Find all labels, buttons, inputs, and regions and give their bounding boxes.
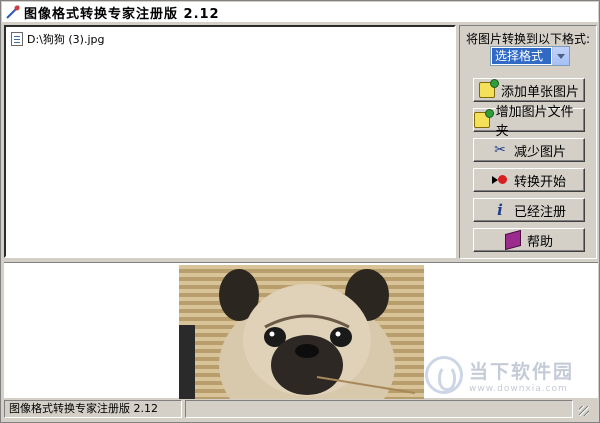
add-single-image-button[interactable]: 添加单张图片 xyxy=(473,78,585,102)
remove-image-button[interactable]: ✂ 减少图片 xyxy=(473,138,585,162)
app-window: 图像格式转换专家注册版 2.12 D:\狗狗 (3).jpg 将图片转换到以下格… xyxy=(0,0,600,423)
window-title: 图像格式转换专家注册版 2.12 xyxy=(24,6,220,22)
help-label: 帮助 xyxy=(526,234,553,250)
options-panel: 将图片转换到以下格式: 选择格式 添加单张图片 增加图片文件夹 ✂ 减少图片 转… xyxy=(459,25,597,259)
help-button[interactable]: 帮助 xyxy=(473,228,585,252)
convert-icon xyxy=(491,172,508,188)
format-label: 将图片转换到以下格式: xyxy=(466,32,591,46)
chevron-down-icon[interactable] xyxy=(552,47,569,65)
title-bar[interactable]: 图像格式转换专家注册版 2.12 xyxy=(2,2,598,22)
app-icon xyxy=(5,4,21,20)
add-folder-button[interactable]: 增加图片文件夹 xyxy=(473,105,585,139)
remove-image-label: 减少图片 xyxy=(513,144,566,160)
preview-photo xyxy=(179,265,424,399)
add-image-icon xyxy=(478,79,499,98)
file-list[interactable]: D:\狗狗 (3).jpg xyxy=(4,25,456,258)
info-icon: i xyxy=(497,201,503,219)
watermark-text: 当下软件园 xyxy=(469,360,575,383)
convert-start-button[interactable]: 转换开始 xyxy=(473,168,585,192)
watermark: 当下软件园 www.downxia.com xyxy=(425,356,574,394)
watermark-url: www.downxia.com xyxy=(469,383,568,394)
add-folder-label: 增加图片文件夹 xyxy=(495,105,574,139)
file-list-item[interactable]: D:\狗狗 (3).jpg xyxy=(11,31,104,47)
file-name: D:\狗狗 (3).jpg xyxy=(27,33,105,46)
file-icon xyxy=(11,32,23,46)
add-single-image-label: 添加单张图片 xyxy=(500,84,579,100)
convert-start-label: 转换开始 xyxy=(513,174,566,190)
scissors-icon: ✂ xyxy=(494,142,506,158)
add-folder-icon xyxy=(474,109,494,128)
registered-button[interactable]: i 已经注册 xyxy=(473,198,585,222)
status-app-name: 图像格式转换专家注册版 2.12 xyxy=(4,400,182,418)
resize-grip-icon[interactable] xyxy=(573,400,591,418)
registered-label: 已经注册 xyxy=(513,204,566,220)
status-bar: 图像格式转换专家注册版 2.12 xyxy=(4,400,598,420)
format-select[interactable]: 选择格式 xyxy=(490,46,570,66)
format-select-value: 选择格式 xyxy=(492,48,551,64)
help-book-icon xyxy=(504,229,521,251)
status-message xyxy=(185,400,573,418)
watermark-logo-icon xyxy=(425,356,463,394)
